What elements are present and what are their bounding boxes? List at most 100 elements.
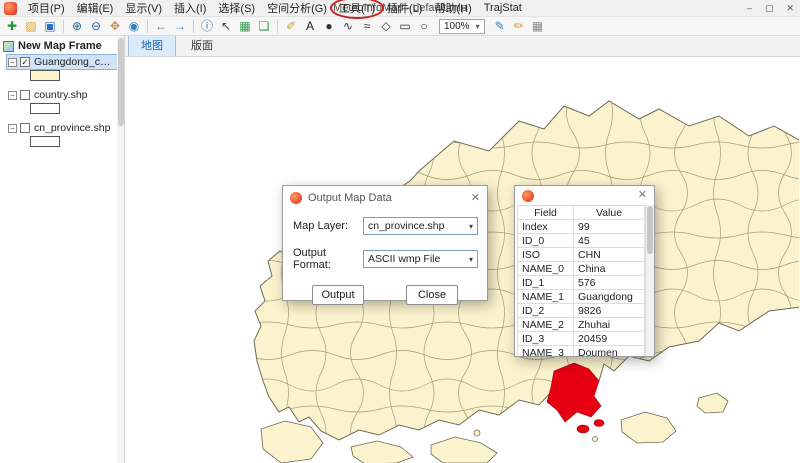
dialog-close-icon[interactable]: ✕ bbox=[471, 193, 480, 204]
zoom-out-icon[interactable]: ⊖ bbox=[87, 18, 105, 34]
layer-item-Guangdong_county.shp[interactable]: −✓Guangdong_county.shp bbox=[7, 55, 117, 69]
expander-icon[interactable]: − bbox=[8, 124, 17, 133]
output-map-data-dialog: Output Map Data ✕ Map Layer: cn_province… bbox=[282, 185, 488, 301]
select-feature-icon[interactable]: ↖ bbox=[217, 18, 235, 34]
menu-selection[interactable]: 选择(S) bbox=[212, 0, 261, 17]
save-icon[interactable]: ▣ bbox=[41, 18, 59, 34]
menu-edit[interactable]: 编辑(E) bbox=[71, 0, 120, 17]
toolbar-separator bbox=[63, 20, 64, 33]
minimize-icon[interactable]: – bbox=[747, 3, 752, 14]
menu-trajstat[interactable]: TrajStat bbox=[478, 1, 528, 15]
vertex-edit-icon[interactable]: ✏ bbox=[510, 18, 528, 34]
layer-name: cn_province.shp bbox=[33, 122, 111, 134]
toolbar-separator bbox=[277, 20, 278, 33]
map-frame-icon bbox=[3, 41, 14, 52]
dialog-titlebar[interactable]: Output Map Data ✕ bbox=[283, 186, 487, 210]
map-layer-select[interactable]: cn_province.shp ▾ bbox=[363, 217, 478, 235]
output-format-label: Output Format: bbox=[293, 247, 363, 271]
attribute-row[interactable]: ID_29826 bbox=[518, 304, 645, 318]
layer-visibility-checkbox[interactable] bbox=[20, 123, 30, 133]
polygon-tool-icon[interactable]: ◇ bbox=[377, 18, 395, 34]
attribute-row[interactable]: ISOCHN bbox=[518, 248, 645, 262]
toolbar-separator bbox=[147, 20, 148, 33]
layer-legend-row bbox=[0, 69, 117, 87]
dialog-titlebar[interactable]: ✕ bbox=[515, 186, 654, 205]
dialog-app-icon bbox=[290, 192, 302, 204]
menu-insert[interactable]: 插入(I) bbox=[168, 0, 212, 17]
attribute-row[interactable]: Index99 bbox=[518, 220, 645, 234]
chevron-down-icon: ▾ bbox=[469, 222, 473, 231]
add-layer-icon[interactable]: ✚ bbox=[3, 18, 21, 34]
layout-grid-icon[interactable]: ▦ bbox=[529, 18, 547, 34]
attribute-row[interactable]: NAME_1Guangdong bbox=[518, 290, 645, 304]
text-tool-icon[interactable]: A bbox=[301, 18, 319, 34]
map-frame-node[interactable]: New Map Frame bbox=[0, 38, 117, 54]
close-icon[interactable]: ✕ bbox=[786, 3, 794, 14]
next-view-icon[interactable]: → bbox=[171, 18, 189, 34]
expander-icon[interactable]: − bbox=[8, 58, 17, 67]
scrollbar-thumb[interactable] bbox=[647, 206, 653, 254]
identify-icon[interactable]: ⓘ bbox=[198, 18, 216, 34]
menu-geoprocessing[interactable]: 空间分析(G) bbox=[261, 0, 333, 17]
expander-icon[interactable]: − bbox=[8, 91, 17, 100]
map-view[interactable]: Output Map Data ✕ Map Layer: cn_province… bbox=[125, 57, 800, 463]
menu-plugins[interactable]: 插件(L) bbox=[381, 0, 428, 17]
layer-legend-row bbox=[0, 135, 117, 153]
layer-item-cn_province.shp[interactable]: − cn_province.shp bbox=[7, 121, 114, 135]
dialog-app-icon bbox=[522, 190, 534, 202]
layer-tree: −✓Guangdong_county.shp−country.shp−cn_pr… bbox=[0, 55, 117, 153]
layer-name: Guangdong_county.shp bbox=[33, 56, 114, 68]
attribute-table: Field Value Index99ID_045ISOCHNNAME_0Chi… bbox=[517, 205, 645, 357]
scrollbar-thumb[interactable] bbox=[118, 38, 124, 126]
close-button[interactable]: Close bbox=[406, 285, 458, 305]
measure-icon[interactable]: ✐ bbox=[282, 18, 300, 34]
point-tool-icon[interactable]: ● bbox=[320, 18, 338, 34]
menu-view[interactable]: 显示(V) bbox=[119, 0, 168, 17]
menu-project[interactable]: 项目(P) bbox=[22, 0, 71, 17]
view-tabs: 地图版面 bbox=[125, 36, 800, 57]
chevron-down-icon: ▾ bbox=[469, 255, 473, 264]
layer-item-country.shp[interactable]: −country.shp bbox=[7, 88, 92, 102]
toolbar-separator bbox=[193, 20, 194, 33]
ellipse-tool-icon[interactable]: ○ bbox=[415, 18, 433, 34]
attribute-row[interactable]: ID_320459 bbox=[518, 332, 645, 346]
layer-visibility-checkbox[interactable] bbox=[20, 90, 30, 100]
attribute-row[interactable]: ID_1576 bbox=[518, 276, 645, 290]
output-button[interactable]: Output bbox=[312, 285, 364, 305]
attribute-row[interactable]: NAME_2Zhuhai bbox=[518, 318, 645, 332]
tab-layout[interactable]: 版面 bbox=[178, 36, 226, 56]
panel-scrollbar[interactable] bbox=[117, 36, 125, 463]
label-icon[interactable]: ❏ bbox=[255, 18, 273, 34]
rectangle-tool-icon[interactable]: ▭ bbox=[396, 18, 414, 34]
dialog-close-icon[interactable]: ✕ bbox=[638, 190, 647, 201]
toolbar: ✚▨▣⊕⊖✥◉←→ⓘ↖▦❏✐A●∿≈◇▭○100%▾✎✏▦ bbox=[0, 17, 800, 36]
attribute-row[interactable]: ID_045 bbox=[518, 234, 645, 248]
tab-map[interactable]: 地图 bbox=[128, 36, 176, 56]
output-format-select[interactable]: ASCII wmp File ▾ bbox=[363, 250, 478, 268]
window-controls: – ▢ ✕ bbox=[747, 3, 796, 14]
attr-scrollbar[interactable] bbox=[645, 205, 654, 356]
menu-tools[interactable]: 工具(T) bbox=[333, 0, 381, 17]
full-extent-icon[interactable]: ◉ bbox=[125, 18, 143, 34]
attribute-row[interactable]: NAME_3Doumen bbox=[518, 346, 645, 358]
curve-tool-icon[interactable]: ≈ bbox=[358, 18, 376, 34]
attribute-table-icon[interactable]: ▦ bbox=[236, 18, 254, 34]
map-frame-label: New Map Frame bbox=[18, 40, 102, 52]
legend-swatch bbox=[30, 103, 60, 114]
edit-pencil-icon[interactable]: ✎ bbox=[491, 18, 509, 34]
open-file-icon[interactable]: ▨ bbox=[22, 18, 40, 34]
legend-swatch bbox=[30, 136, 60, 147]
menu-help[interactable]: 帮助(H) bbox=[428, 0, 477, 17]
legend-swatch bbox=[30, 70, 60, 81]
layer-legend-row bbox=[0, 102, 117, 120]
zoom-level-combobox[interactable]: 100%▾ bbox=[439, 19, 485, 34]
attribute-row[interactable]: NAME_0China bbox=[518, 262, 645, 276]
menu-bar: 项目(P)编辑(E)显示(V)插入(I)选择(S)空间分析(G)工具(T)插件(… bbox=[0, 0, 800, 17]
zoom-in-icon[interactable]: ⊕ bbox=[68, 18, 86, 34]
previous-view-icon[interactable]: ← bbox=[152, 18, 170, 34]
layer-visibility-checkbox[interactable]: ✓ bbox=[20, 57, 30, 67]
polyline-tool-icon[interactable]: ∿ bbox=[339, 18, 357, 34]
maximize-icon[interactable]: ▢ bbox=[765, 3, 774, 14]
menu-items: 项目(P)编辑(E)显示(V)插入(I)选择(S)空间分析(G)工具(T)插件(… bbox=[22, 0, 528, 17]
pan-icon[interactable]: ✥ bbox=[106, 18, 124, 34]
